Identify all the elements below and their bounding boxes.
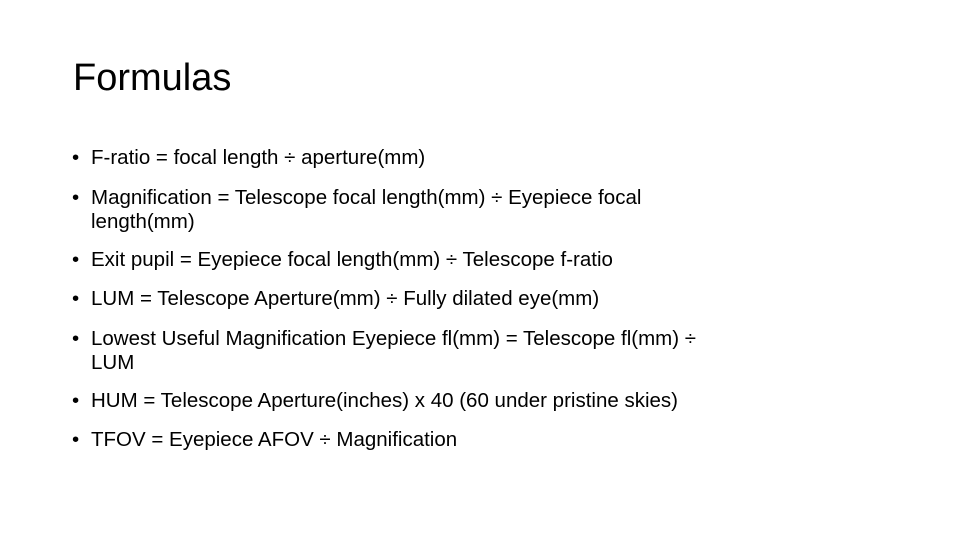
formula-list: • F-ratio = focal length ÷ aperture(mm) … (72, 146, 872, 468)
formula-f-ratio: • F-ratio = focal length ÷ aperture(mm) (72, 146, 872, 170)
formula-text: F-ratio = focal length ÷ aperture(mm) (91, 146, 426, 169)
bullet-icon: • (72, 326, 80, 350)
formula-magnification: • Magnification = Telescope focal length… (72, 186, 872, 234)
formula-text: TFOV = Eyepiece AFOV ÷ Magnification (91, 428, 458, 452)
bullet-icon: • (72, 287, 80, 311)
formula-lum: • LUM = Telescope Aperture(mm) ÷ Fully d… (72, 287, 872, 311)
formula-lowest-useful-magnification: • Lowest Useful Magnification Eyepiece f… (72, 327, 872, 375)
formula-text-continued: length(mm) (91, 209, 195, 233)
bullet-icon: • (72, 146, 80, 169)
bullet-icon: • (72, 247, 80, 271)
bullet-icon: • (72, 428, 80, 452)
formula-exit-pupil: • Exit pupil = Eyepiece focal length(mm)… (72, 248, 872, 272)
bullet-icon: • (72, 388, 80, 412)
formula-text: Magnification = Telescope focal length(m… (91, 185, 642, 209)
formula-tfov: • TFOV = Eyepiece AFOV ÷ Magnification (72, 428, 872, 452)
slide-title: Formulas (73, 57, 232, 99)
formula-text-continued: LUM (91, 350, 135, 374)
formula-text: HUM = Telescope Aperture(inches) x 40 (6… (91, 388, 678, 412)
formula-text: Lowest Useful Magnification Eyepiece fl(… (91, 326, 697, 350)
formula-text: Exit pupil = Eyepiece focal length(mm) ÷… (91, 247, 613, 271)
formula-hum: • HUM = Telescope Aperture(inches) x 40 … (72, 389, 872, 413)
formula-text: LUM = Telescope Aperture(mm) ÷ Fully dil… (91, 287, 600, 311)
bullet-icon: • (72, 185, 80, 209)
slide: Formulas • F-ratio = focal length ÷ aper… (0, 0, 960, 540)
